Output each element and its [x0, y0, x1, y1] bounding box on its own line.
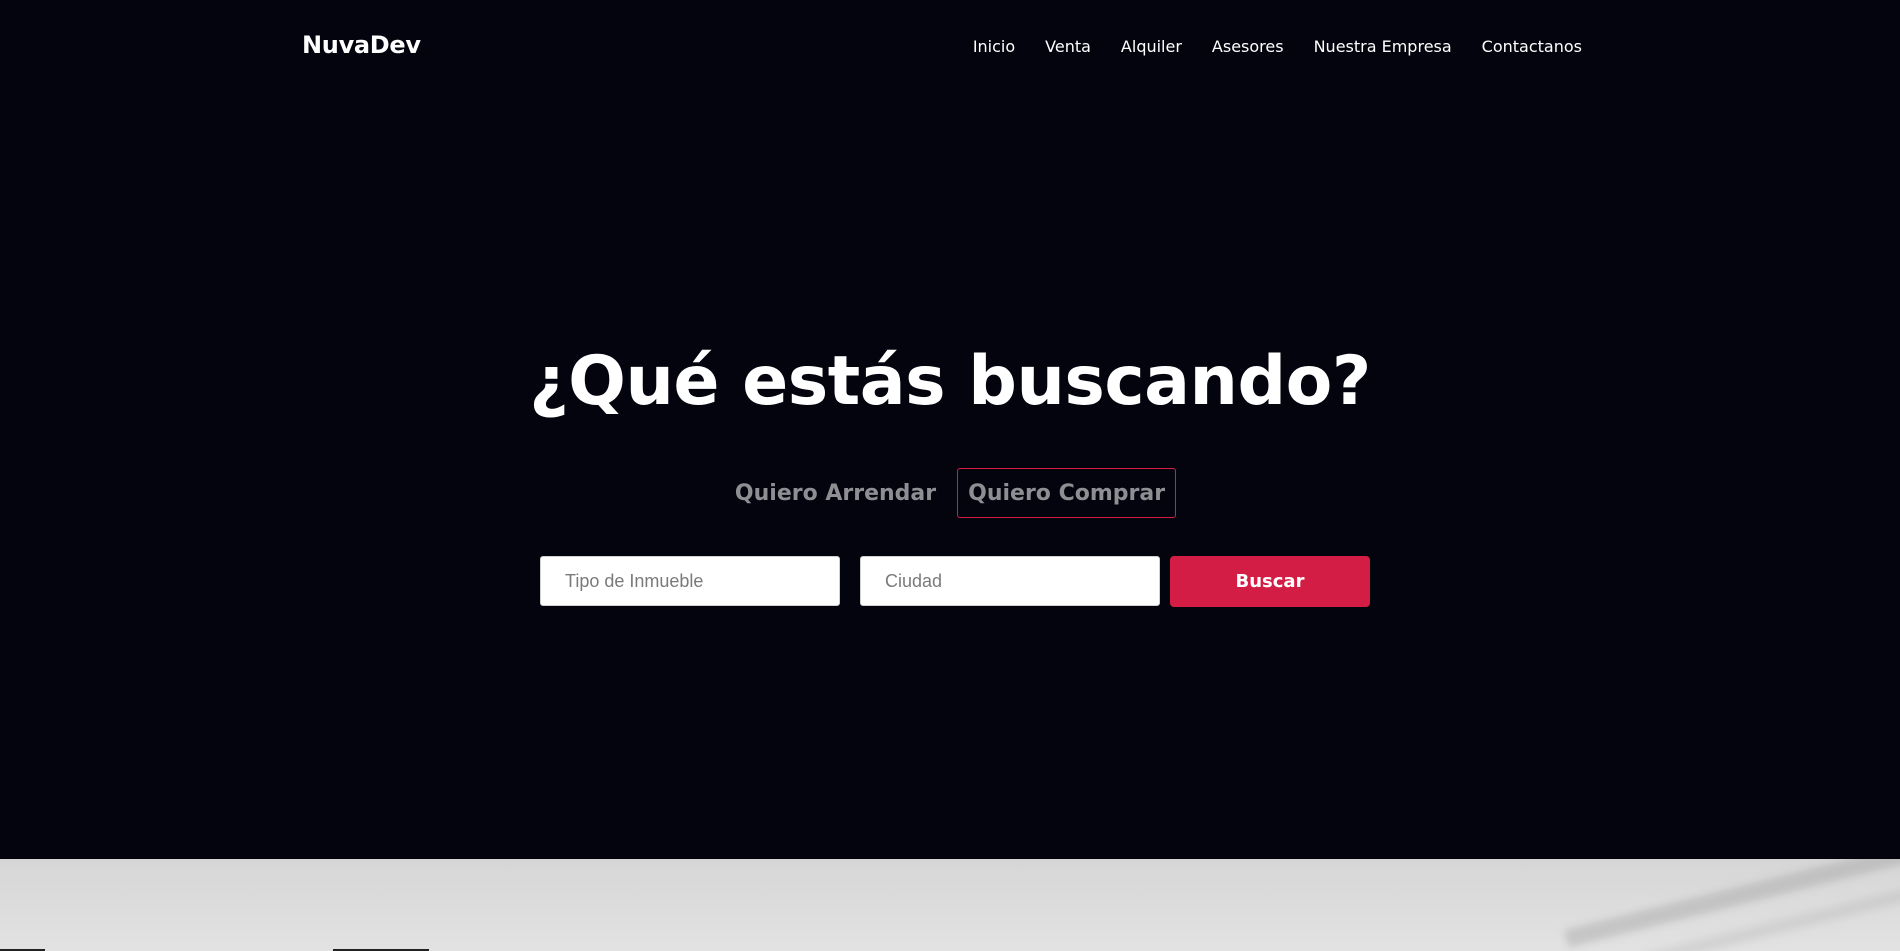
nav-item-asesores[interactable]: Asesores [1212, 37, 1284, 56]
property-type-input[interactable] [540, 556, 840, 606]
nav-item-inicio[interactable]: Inicio [973, 37, 1015, 56]
nav-item-venta[interactable]: Venta [1045, 37, 1091, 56]
navbar: NuvaDev Inicio Venta Alquiler Asesores N… [0, 0, 1900, 95]
tab-quiero-arrendar[interactable]: Quiero Arrendar [724, 468, 947, 518]
search-mode-tabs: Quiero Arrendar Quiero Comprar [0, 468, 1900, 518]
nav-links: Inicio Venta Alquiler Asesores Nuestra E… [943, 37, 1582, 56]
city-input[interactable] [860, 556, 1160, 606]
hero-title: ¿Qué estás buscando? [529, 342, 1371, 421]
next-section-image [0, 859, 1900, 951]
nav-item-nuestra-empresa[interactable]: Nuestra Empresa [1314, 37, 1452, 56]
nav-item-alquiler[interactable]: Alquiler [1121, 37, 1182, 56]
nav-item-contactanos[interactable]: Contactanos [1482, 37, 1582, 56]
brand-logo[interactable]: NuvaDev [302, 31, 421, 59]
tab-quiero-comprar[interactable]: Quiero Comprar [957, 468, 1177, 518]
page: NuvaDev Inicio Venta Alquiler Asesores N… [0, 0, 1900, 951]
hero-section: NuvaDev Inicio Venta Alquiler Asesores N… [0, 0, 1900, 859]
search-button[interactable]: Buscar [1170, 556, 1370, 607]
